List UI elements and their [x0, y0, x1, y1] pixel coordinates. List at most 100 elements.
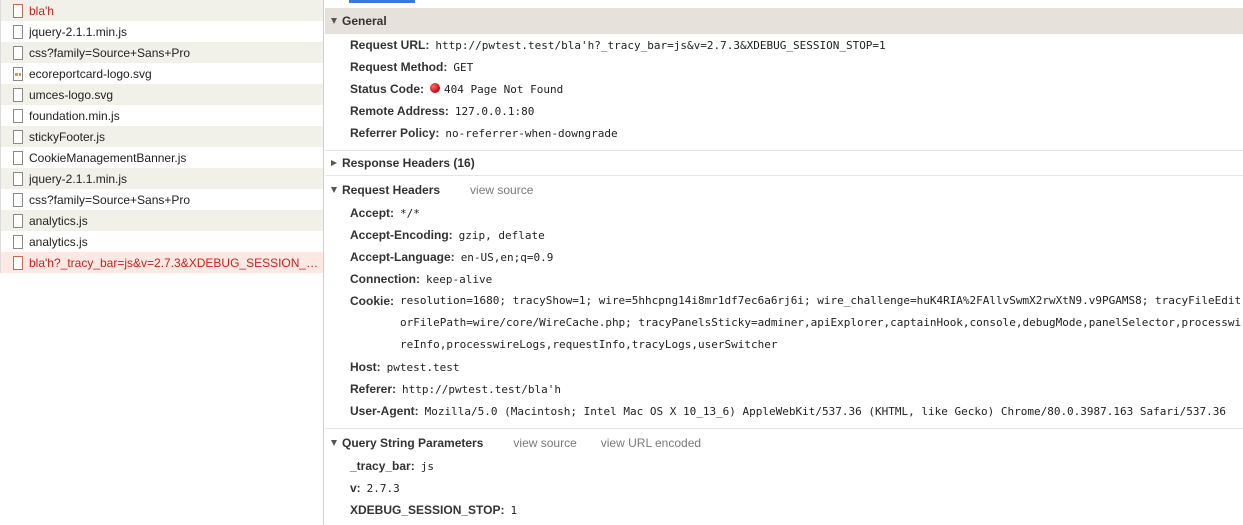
header-row: Accept: */* [325, 202, 1243, 224]
header-key: Remote Address: [350, 104, 449, 118]
header-key: User-Agent: [350, 404, 419, 418]
request-row[interactable]: css?family=Source+Sans+Pro [0, 189, 323, 210]
request-name: css?family=Source+Sans+Pro [29, 45, 191, 60]
status-error-icon [430, 83, 441, 93]
header-row: Request Method: GET [325, 56, 1243, 78]
header-row: XDEBUG_SESSION_STOP: 1 [325, 499, 1243, 521]
header-key: _tracy_bar: [350, 459, 415, 473]
query-string-section-header[interactable]: Query String Parameters view source view… [325, 431, 1243, 455]
request-row[interactable]: jquery-2.1.1.min.js [0, 168, 323, 189]
header-row: Accept-Encoding: gzip, deflate [325, 224, 1243, 246]
view-url-encoded-link[interactable]: view URL encoded [601, 436, 701, 450]
divider [325, 175, 1243, 176]
file-icon [13, 3, 23, 18]
header-value: 127.0.0.1:80 [454, 105, 535, 118]
header-row: Referrer Policy: no-referrer-when-downgra… [325, 122, 1243, 144]
header-value: 404 Page Not Found [444, 83, 564, 96]
header-value: */* [400, 207, 420, 220]
header-value: en-US,en;q=0.9 [460, 251, 554, 264]
request-row[interactable]: umces-logo.svg [0, 84, 323, 105]
request-row[interactable]: stickyFooter.js [0, 126, 323, 147]
query-string-title: Query String Parameters [342, 436, 484, 450]
header-value: 2.7.3 [366, 482, 400, 495]
expand-triangle-icon [331, 187, 337, 193]
request-name: analytics.js [29, 234, 88, 249]
svg-file-icon [13, 66, 23, 81]
request-row[interactable]: jquery-2.1.1.min.js [0, 21, 323, 42]
file-icon [13, 255, 23, 270]
general-title: General [342, 14, 387, 28]
header-key: Status Code: [350, 82, 425, 96]
header-key: Referer: [350, 382, 397, 396]
request-name: bla'h?_tracy_bar=js&v=2.7.3&XDEBUG_SESSI… [29, 255, 319, 270]
expand-triangle-icon [331, 440, 337, 446]
header-row: _tracy_bar: js [325, 455, 1243, 477]
header-row: Referer: http://pwtest.test/bla'h [325, 378, 1243, 400]
header-key: Accept-Language: [350, 250, 455, 264]
header-value: Mozilla/5.0 (Macintosh; Intel Mac OS X 1… [424, 405, 1227, 418]
request-name: umces-logo.svg [29, 87, 114, 102]
file-icon [13, 87, 23, 102]
header-key: Accept-Encoding: [350, 228, 453, 242]
request-row[interactable]: bla'h?_tracy_bar=js&v=2.7.3&XDEBUG_SESSI… [0, 252, 323, 273]
header-row: Cookie: resolution=1680; tracyShow=1; wir… [325, 290, 1243, 356]
request-row[interactable]: bla'h [0, 0, 323, 21]
request-row[interactable]: ecoreportcard-logo.svg [0, 63, 323, 84]
file-icon [13, 192, 23, 207]
header-value: gzip, deflate [458, 229, 545, 242]
header-value: http://pwtest.test/bla'h [402, 383, 561, 396]
file-icon [13, 234, 23, 249]
header-key: XDEBUG_SESSION_STOP: [350, 503, 505, 517]
request-name: stickyFooter.js [29, 129, 106, 144]
query-string-fields: _tracy_bar: js v: 2.7.3 XDEBUG_SESSION_STOP:… [325, 455, 1243, 521]
collapse-triangle-icon [331, 160, 337, 166]
view-source-link[interactable]: view source [470, 183, 533, 197]
request-headers-section-header[interactable]: Request Headers view source [325, 178, 1243, 202]
view-source-link[interactable]: view source [513, 436, 576, 450]
divider [325, 428, 1243, 429]
response-headers-section-header[interactable]: Response Headers (16) [325, 151, 1243, 175]
header-row: Remote Address: 127.0.0.1:80 [325, 100, 1243, 122]
active-tab-indicator [349, 0, 415, 3]
header-value: keep-alive [426, 273, 493, 286]
header-row: Request URL: http://pwtest.test/bla'h?_tr… [325, 34, 1243, 56]
request-name: css?family=Source+Sans+Pro [29, 192, 191, 207]
request-name: foundation.min.js [29, 108, 120, 123]
file-icon [13, 129, 23, 144]
header-row: User-Agent: Mozilla/5.0 (Macintosh; Intel… [325, 400, 1243, 422]
response-headers-title: Response Headers (16) [342, 156, 475, 170]
request-row[interactable]: css?family=Source+Sans+Pro [0, 42, 323, 63]
header-row: Status Code: 404 Page Not Found [325, 78, 1243, 100]
request-row[interactable]: analytics.js [0, 210, 323, 231]
header-key: Accept: [350, 206, 395, 220]
header-key: Request Method: [350, 60, 448, 74]
request-row[interactable]: CookieManagementBanner.js [0, 147, 323, 168]
header-key: v: [350, 481, 361, 495]
request-row[interactable]: foundation.min.js [0, 105, 323, 126]
general-fields: Request URL: http://pwtest.test/bla'h?_tr… [325, 34, 1243, 144]
file-icon [13, 213, 23, 228]
headers-panel: General Request URL: http://pwtest.test/b… [325, 0, 1243, 525]
header-key: Connection: [350, 272, 420, 286]
header-value: http://pwtest.test/bla'h?_tracy_bar=js&v… [435, 39, 886, 52]
general-section-header[interactable]: General [325, 8, 1243, 34]
header-value: pwtest.test [386, 361, 460, 374]
header-value: GET [453, 61, 474, 74]
request-list: bla'h jquery-2.1.1.min.js css?family=Sourc… [0, 0, 324, 525]
file-icon [13, 24, 23, 39]
header-key: Request URL: [350, 38, 430, 52]
request-name: bla'h [29, 3, 54, 18]
request-header-fields: Accept: */* Accept-Encoding: gzip, deflate A… [325, 202, 1243, 422]
header-value: 1 [510, 504, 518, 517]
request-headers-title: Request Headers [342, 183, 441, 197]
header-key: Host: [350, 360, 381, 374]
header-row: Connection: keep-alive [325, 268, 1243, 290]
file-icon [13, 45, 23, 60]
request-row[interactable]: analytics.js [0, 231, 323, 252]
request-name: CookieManagementBanner.js [29, 150, 187, 165]
header-value: resolution=1680; tracyShow=1; wire=5hhcp… [400, 294, 1242, 351]
file-icon [13, 150, 23, 165]
expand-triangle-icon [331, 18, 337, 24]
header-key: Cookie: [350, 294, 395, 308]
header-value: no-referrer-when-downgrade [445, 127, 618, 140]
